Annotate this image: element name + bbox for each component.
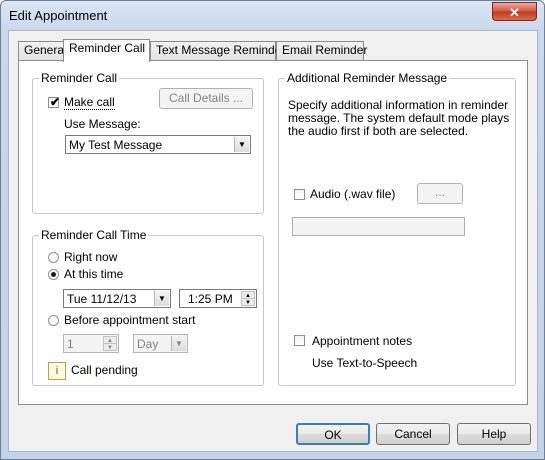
at-this-time-label[interactable]: At this time	[64, 267, 123, 281]
reminder-call-group: Reminder Call ✔ Make call Call Details .…	[32, 71, 264, 214]
call-pending-icon: i	[48, 362, 66, 380]
reminder-call-panel: Reminder Call ✔ Make call Call Details .…	[18, 60, 528, 405]
before-start-label[interactable]: Before appointment start	[64, 313, 195, 327]
call-pending-label: Call pending	[71, 363, 138, 377]
reminder-call-group-label: Reminder Call	[39, 71, 120, 85]
before-unit-value: Day	[137, 337, 159, 351]
appointment-notes-label[interactable]: Appointment notes	[312, 334, 412, 348]
amount-spinner[interactable]: ▲ ▼	[103, 336, 117, 351]
date-value: Tue 11/12/13	[67, 292, 137, 306]
spin-down-icon[interactable]: ▼	[103, 343, 117, 351]
audio-checkbox[interactable]	[294, 189, 305, 200]
appointment-notes-checkbox[interactable]	[294, 335, 305, 346]
title-bar[interactable]: Edit Appointment ✕	[1, 1, 544, 29]
before-amount-stepper[interactable]: 1 ▲ ▼	[63, 334, 119, 353]
tab-text-message-reminder[interactable]: Text Message Reminder	[150, 41, 285, 60]
call-details-button[interactable]: Call Details ...	[159, 88, 253, 109]
before-amount-value: 1	[67, 337, 74, 351]
spin-down-icon[interactable]: ▼	[241, 298, 255, 306]
dialog-client-area: General Reminder Call Text Message Remin…	[8, 30, 538, 452]
additional-message-group: Additional Reminder Message Specify addi…	[278, 71, 516, 386]
reminder-call-time-group-label: Reminder Call Time	[39, 228, 149, 242]
description-line-3: the audio first if both are selected.	[288, 124, 469, 138]
chevron-down-icon[interactable]: ▼	[171, 336, 186, 351]
close-icon: ✕	[509, 5, 520, 20]
tab-email-reminder[interactable]: Email Reminder	[276, 41, 367, 60]
close-button[interactable]: ✕	[492, 2, 537, 21]
audio-label[interactable]: Audio (.wav file)	[310, 187, 395, 201]
tab-reminder-call[interactable]: Reminder Call	[63, 39, 150, 62]
chevron-down-icon[interactable]: ▼	[234, 137, 249, 152]
reminder-call-time-group: Reminder Call Time Right now At this tim…	[32, 228, 264, 386]
at-this-time-radio[interactable]	[48, 269, 59, 280]
before-unit-dropdown[interactable]: Day ▼	[133, 334, 188, 353]
additional-message-group-label: Additional Reminder Message	[285, 71, 450, 85]
radio-selected-dot	[51, 272, 56, 277]
text-to-speech-label: Use Text-to-Speech	[312, 356, 418, 370]
tab-general[interactable]: General	[18, 41, 67, 60]
time-value: 1:25 PM	[188, 292, 233, 306]
ok-button[interactable]: OK	[296, 423, 370, 445]
message-value: My Test Message	[69, 138, 163, 152]
time-picker[interactable]: 1:25 PM ▲ ▼	[179, 289, 257, 308]
calendar-dropdown-icon[interactable]: ▼	[154, 291, 169, 306]
message-dropdown[interactable]: My Test Message ▼	[65, 135, 251, 154]
audio-browse-button[interactable]: ...	[417, 183, 463, 204]
help-button[interactable]: Help	[457, 423, 531, 445]
right-now-radio[interactable]	[48, 252, 59, 263]
checkmark-icon: ✔	[50, 95, 61, 109]
edit-appointment-window: Edit Appointment ✕ General Reminder Call…	[0, 0, 545, 460]
time-spinner[interactable]: ▲ ▼	[241, 291, 255, 306]
right-now-label[interactable]: Right now	[64, 250, 117, 264]
cancel-button[interactable]: Cancel	[376, 423, 450, 445]
make-call-label[interactable]: Make call	[64, 95, 115, 110]
date-picker[interactable]: Tue 11/12/13 ▼	[63, 289, 171, 308]
window-title: Edit Appointment	[9, 8, 108, 23]
before-start-radio[interactable]	[48, 315, 59, 326]
make-call-checkbox[interactable]: ✔	[48, 95, 61, 109]
audio-file-path-field[interactable]	[292, 217, 465, 236]
use-message-label: Use Message:	[64, 117, 141, 131]
